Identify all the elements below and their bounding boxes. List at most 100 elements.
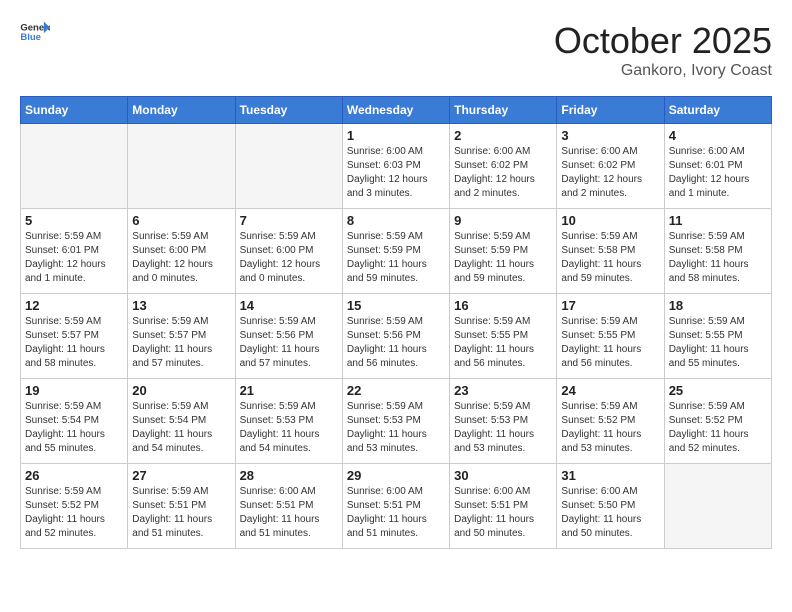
day-detail: Sunrise: 5:59 AM Sunset: 5:52 PM Dayligh… [561,400,659,456]
day-detail: Sunrise: 6:00 AM Sunset: 5:51 PM Dayligh… [454,485,552,541]
calendar-cell [21,124,128,209]
calendar-cell [235,124,342,209]
calendar-cell: 28Sunrise: 6:00 AM Sunset: 5:51 PM Dayli… [235,464,342,549]
calendar-cell: 27 Sunrise: 5:59 AM Sunset: 5:51 PM Dayli… [128,464,235,549]
day-number: 3 [561,128,659,143]
calendar-cell: 24 Sunrise: 5:59 AM Sunset: 5:52 PM Dayli… [557,379,664,464]
calendar-cell: 22Sunrise: 5:59 AM Sunset: 5:53 PM Dayli… [342,379,449,464]
day-detail: Sunrise: 5:59 AM Sunset: 5:54 PM Dayligh… [132,400,230,456]
day-detail: Sunrise: 5:59 AM Sunset: 5:52 PM Dayligh… [669,400,767,456]
day-detail: Sunrise: 5:59 AM Sunset: 6:00 PM Dayligh… [240,230,338,286]
day-number: 2 [454,128,552,143]
day-number: 23 [454,383,552,398]
day-detail: Sunrise: 6:00 AM Sunset: 5:51 PM Dayligh… [240,485,338,541]
day-detail: Sunrise: 5:59 AM Sunset: 5:53 PM Dayligh… [347,400,445,456]
calendar-cell: 23 Sunrise: 5:59 AM Sunset: 5:53 PM Dayli… [450,379,557,464]
day-number: 29 [347,468,445,483]
day-detail: Sunrise: 5:59 AM Sunset: 5:59 PM Dayligh… [347,230,445,286]
calendar-cell: 4Sunrise: 6:00 AM Sunset: 6:01 PM Daylig… [664,124,771,209]
day-number: 31 [561,468,659,483]
day-detail: Sunrise: 5:59 AM Sunset: 5:57 PM Dayligh… [25,315,123,371]
calendar-cell: 31 Sunrise: 6:00 AM Sunset: 5:50 PM Dayli… [557,464,664,549]
day-detail: Sunrise: 6:00 AM Sunset: 6:03 PM Dayligh… [347,145,445,201]
day-detail: Sunrise: 5:59 AM Sunset: 5:52 PM Dayligh… [25,485,123,541]
calendar-cell: 15 Sunrise: 5:59 AM Sunset: 5:56 PM Dayli… [342,294,449,379]
day-number: 21 [240,383,338,398]
calendar-cell: 21 Sunrise: 5:59 AM Sunset: 5:53 PM Dayli… [235,379,342,464]
day-number: 30 [454,468,552,483]
calendar-cell: 16Sunrise: 5:59 AM Sunset: 5:55 PM Dayli… [450,294,557,379]
weekday-header-monday: Monday [128,97,235,124]
day-number: 18 [669,298,767,313]
day-number: 12 [25,298,123,313]
calendar-cell: 17Sunrise: 5:59 AM Sunset: 5:55 PM Dayli… [557,294,664,379]
logo-icon: General Blue [20,20,50,42]
day-detail: Sunrise: 5:59 AM Sunset: 5:55 PM Dayligh… [454,315,552,371]
calendar-cell: 19Sunrise: 5:59 AM Sunset: 5:54 PM Dayli… [21,379,128,464]
week-row-2: 5 Sunrise: 5:59 AM Sunset: 6:01 PM Daylig… [21,209,772,294]
calendar-table: SundayMondayTuesdayWednesdayThursdayFrid… [20,96,772,549]
day-detail: Sunrise: 5:59 AM Sunset: 5:53 PM Dayligh… [240,400,338,456]
title-area: October 2025 Gankoro, Ivory Coast [554,20,772,80]
weekday-header-tuesday: Tuesday [235,97,342,124]
day-number: 17 [561,298,659,313]
day-number: 5 [25,213,123,228]
weekday-header-thursday: Thursday [450,97,557,124]
day-detail: Sunrise: 5:59 AM Sunset: 5:55 PM Dayligh… [669,315,767,371]
calendar-cell: 6 Sunrise: 5:59 AM Sunset: 6:00 PM Daylig… [128,209,235,294]
week-row-5: 26 Sunrise: 5:59 AM Sunset: 5:52 PM Dayli… [21,464,772,549]
calendar-cell: 18 Sunrise: 5:59 AM Sunset: 5:55 PM Dayli… [664,294,771,379]
day-number: 15 [347,298,445,313]
calendar-cell: 9Sunrise: 5:59 AM Sunset: 5:59 PM Daylig… [450,209,557,294]
day-number: 13 [132,298,230,313]
day-number: 6 [132,213,230,228]
week-row-1: 1 Sunrise: 6:00 AM Sunset: 6:03 PM Daylig… [21,124,772,209]
calendar-cell [664,464,771,549]
day-detail: Sunrise: 6:00 AM Sunset: 6:02 PM Dayligh… [561,145,659,201]
day-number: 4 [669,128,767,143]
day-number: 20 [132,383,230,398]
week-row-3: 12 Sunrise: 5:59 AM Sunset: 5:57 PM Dayli… [21,294,772,379]
calendar-cell: 25 Sunrise: 5:59 AM Sunset: 5:52 PM Dayli… [664,379,771,464]
calendar-cell: 8 Sunrise: 5:59 AM Sunset: 5:59 PM Daylig… [342,209,449,294]
day-number: 9 [454,213,552,228]
day-number: 24 [561,383,659,398]
day-detail: Sunrise: 5:59 AM Sunset: 6:01 PM Dayligh… [25,230,123,286]
day-number: 25 [669,383,767,398]
weekday-header-wednesday: Wednesday [342,97,449,124]
svg-text:Blue: Blue [20,32,41,42]
day-detail: Sunrise: 5:59 AM Sunset: 6:00 PM Dayligh… [132,230,230,286]
day-detail: Sunrise: 6:00 AM Sunset: 6:02 PM Dayligh… [454,145,552,201]
day-number: 26 [25,468,123,483]
day-detail: Sunrise: 5:59 AM Sunset: 5:53 PM Dayligh… [454,400,552,456]
weekday-header-saturday: Saturday [664,97,771,124]
day-detail: Sunrise: 5:59 AM Sunset: 5:54 PM Dayligh… [25,400,123,456]
day-number: 1 [347,128,445,143]
day-number: 27 [132,468,230,483]
week-row-4: 19Sunrise: 5:59 AM Sunset: 5:54 PM Dayli… [21,379,772,464]
weekday-header-friday: Friday [557,97,664,124]
calendar-cell: 14Sunrise: 5:59 AM Sunset: 5:56 PM Dayli… [235,294,342,379]
calendar-cell: 29 Sunrise: 6:00 AM Sunset: 5:51 PM Dayli… [342,464,449,549]
day-number: 10 [561,213,659,228]
calendar-cell: 2 Sunrise: 6:00 AM Sunset: 6:02 PM Daylig… [450,124,557,209]
calendar-cell: 13Sunrise: 5:59 AM Sunset: 5:57 PM Dayli… [128,294,235,379]
day-detail: Sunrise: 6:00 AM Sunset: 5:51 PM Dayligh… [347,485,445,541]
calendar-cell: 1 Sunrise: 6:00 AM Sunset: 6:03 PM Daylig… [342,124,449,209]
day-detail: Sunrise: 5:59 AM Sunset: 5:58 PM Dayligh… [669,230,767,286]
day-detail: Sunrise: 6:00 AM Sunset: 5:50 PM Dayligh… [561,485,659,541]
day-detail: Sunrise: 5:59 AM Sunset: 5:51 PM Dayligh… [132,485,230,541]
calendar-cell: 7Sunrise: 5:59 AM Sunset: 6:00 PM Daylig… [235,209,342,294]
calendar-cell: 10Sunrise: 5:59 AM Sunset: 5:58 PM Dayli… [557,209,664,294]
calendar-cell [128,124,235,209]
weekday-header-sunday: Sunday [21,97,128,124]
day-number: 8 [347,213,445,228]
calendar-header-row: SundayMondayTuesdayWednesdayThursdayFrid… [21,97,772,124]
day-number: 11 [669,213,767,228]
calendar-cell: 30 Sunrise: 6:00 AM Sunset: 5:51 PM Dayli… [450,464,557,549]
calendar-cell: 26 Sunrise: 5:59 AM Sunset: 5:52 PM Dayli… [21,464,128,549]
day-detail: Sunrise: 5:59 AM Sunset: 5:56 PM Dayligh… [347,315,445,371]
header: General Blue October 2025 Gankoro, Ivory… [20,20,772,80]
calendar-cell: 3 Sunrise: 6:00 AM Sunset: 6:02 PM Daylig… [557,124,664,209]
calendar-cell: 5 Sunrise: 5:59 AM Sunset: 6:01 PM Daylig… [21,209,128,294]
